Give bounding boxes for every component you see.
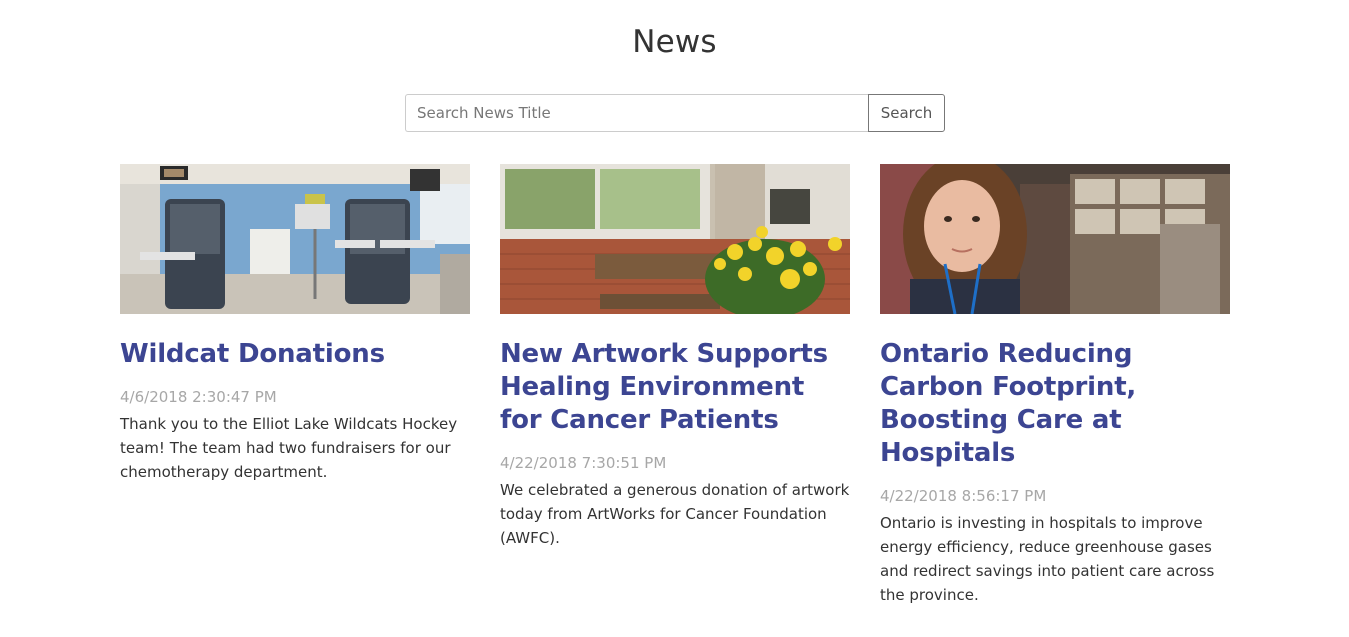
search-button[interactable]: Search	[868, 94, 945, 132]
search-input[interactable]	[405, 94, 868, 132]
news-summary: Thank you to the Elliot Lake Wildcats Ho…	[120, 415, 458, 481]
news-title-link[interactable]: New Artwork Supports Healing Environment…	[500, 338, 850, 437]
news-image-chemotherapy-room[interactable]	[120, 164, 470, 314]
search-bar: Search	[405, 94, 945, 132]
news-summary: We celebrated a generous donation of art…	[500, 481, 850, 547]
news-date: 4/22/2018 7:30:51 PM	[500, 454, 667, 472]
news-card: New Artwork Supports Healing Environment…	[500, 164, 850, 607]
news-date: 4/6/2018 2:30:47 PM	[120, 388, 277, 406]
news-image-portrait[interactable]	[880, 164, 1230, 314]
news-card: Wildcat Donations 4/6/2018 2:30:47 PM Th…	[120, 164, 470, 607]
news-card: Ontario Reducing Carbon Footprint, Boost…	[880, 164, 1230, 607]
news-title-link[interactable]: Ontario Reducing Carbon Footprint, Boost…	[880, 338, 1230, 470]
news-date: 4/22/2018 8:56:17 PM	[880, 487, 1047, 505]
news-image-flower-artwork[interactable]	[500, 164, 850, 314]
page-title: News	[632, 24, 717, 60]
news-title-link[interactable]: Wildcat Donations	[120, 338, 470, 371]
news-list: Wildcat Donations 4/6/2018 2:30:47 PM Th…	[120, 164, 1230, 607]
news-summary: Ontario is investing in hospitals to imp…	[880, 514, 1215, 604]
